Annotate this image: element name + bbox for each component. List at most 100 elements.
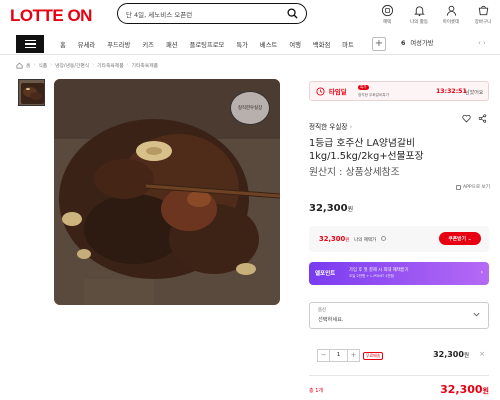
line-price-unit: 원 <box>463 353 469 359</box>
breadcrumb-item[interactable]: 기타축육제품 <box>97 62 123 69</box>
benefit-label: 나의 혜택가 <box>354 238 377 243</box>
lpoint-promo-banner[interactable]: 엘포인트 가입 후 첫 결제 시 최대 혜택받기 오늘 2만원 + L.POIN… <box>309 262 489 285</box>
category-item-food-live[interactable]: 푸드라방 <box>107 40 130 49</box>
breadcrumb-item[interactable]: 기타축육제품 <box>132 62 158 69</box>
mylotte-label: 마이롯데 <box>442 20 460 25</box>
product-page: LOTTE ON 단 4일, 세노비스 오픈런 혜택 나의 활동 마이롯데 장바… <box>0 0 500 400</box>
promo-subtext: 오늘 2만원 + L.POINT 1천점 <box>349 274 394 278</box>
category-item-beauty[interactable]: 뷰세라 <box>78 40 95 49</box>
price-unit: 원 <box>347 206 354 213</box>
chevron-right-icon[interactable]: › <box>350 123 353 131</box>
my-benefit-box: 32,300원 나의 혜택가 쿠폰받기 ⌄ <box>309 226 489 252</box>
category-item-best[interactable]: 베스트 <box>260 40 277 49</box>
total-price-value: 32,300 <box>440 383 483 396</box>
benefit-button[interactable]: 혜택 <box>378 4 396 25</box>
chevron-right-icon: › <box>480 269 483 276</box>
cart-button[interactable]: 장바구니 <box>474 4 492 25</box>
category-item-fashion[interactable]: 패션 <box>166 40 178 49</box>
thumbnail-image <box>19 80 44 105</box>
shipping-badge: 무료배송 <box>363 352 384 360</box>
seller-row: 정직한 우실장 › <box>309 114 489 131</box>
product-main-image[interactable]: 정직한우실장 <box>54 79 280 305</box>
divider <box>309 375 489 376</box>
remove-item-button[interactable]: × <box>479 350 485 358</box>
category-item-department[interactable]: 백화점 <box>313 40 330 49</box>
breadcrumb-item[interactable]: 홈 <box>26 62 30 69</box>
user-icon <box>446 5 456 16</box>
quantity-stepper: − 1 + <box>317 349 360 362</box>
product-thumbnail[interactable] <box>18 79 45 106</box>
mylotte-button[interactable]: 마이롯데 <box>442 4 460 25</box>
lotte-on-logo[interactable]: LOTTE ON <box>10 6 92 26</box>
clock-icon <box>316 86 325 96</box>
timedeal-label: 타임딜 <box>329 87 347 96</box>
breadcrumb-item[interactable]: 식품 <box>38 62 47 69</box>
option-value: 선택하세요. <box>318 317 344 323</box>
brand-stamp: 정직한우실장 <box>230 91 270 125</box>
menu-button[interactable] <box>16 35 44 53</box>
app-view-label: APP으로 보기 <box>462 185 490 190</box>
option-select[interactable]: 옵션 선택하세요. <box>309 302 489 329</box>
breadcrumb: 홈 › 식품 › 냉장/냉동/간편식 › 기타축육제품 › 기타축육제품 <box>16 62 158 69</box>
lpoint-logo: 엘포인트 <box>315 271 336 277</box>
rank-number: 6 <box>401 40 406 47</box>
activity-label: 나의 활동 <box>410 20 428 25</box>
cart-icon <box>478 5 488 16</box>
category-item-mart[interactable]: 마트 <box>342 40 354 49</box>
price-value: 32,300 <box>309 203 348 214</box>
promo-text: 가입 후 첫 결제 시 최대 혜택받기 <box>349 268 409 273</box>
heart-icon[interactable] <box>462 114 471 123</box>
trending-rank[interactable]: 6 여성가방 <box>401 38 434 47</box>
benefit-label: 혜택 <box>382 20 392 25</box>
phone-icon <box>455 184 461 190</box>
rank-arrows[interactable]: ‹ › <box>478 39 486 47</box>
product-price: 32,300원 <box>309 203 353 214</box>
quantity-input[interactable]: 1 <box>330 349 347 362</box>
cart-label: 장바구니 <box>474 20 492 25</box>
search-icon[interactable] <box>287 8 298 19</box>
coupon-download-button[interactable]: 쿠폰받기 ⌄ <box>439 232 481 245</box>
info-icon[interactable] <box>381 236 386 241</box>
rank-text: 여성가방 <box>410 40 434 47</box>
product-title: 1등급 호주산 LA양념갈비 1kg/1.5kg/2kg+선물포장 <box>309 138 424 162</box>
search-input[interactable]: 단 4일, 세노비스 오픈런 <box>126 9 192 19</box>
line-price: 32,300원 <box>433 350 469 359</box>
category-more-button[interactable]: + <box>372 37 386 51</box>
coupon-icon <box>381 4 393 17</box>
category-nav: 홈 뷰세라 푸드라방 키즈 패션 플로팅프로모 특가 베스트 여행 백화점 마트… <box>0 33 500 55</box>
total-price-unit: 원 <box>482 387 489 395</box>
benefit-price-unit: 원 <box>345 238 350 243</box>
total-count: 총 1개 <box>309 388 323 394</box>
option-label: 옵션 <box>318 308 327 313</box>
timedeal-banner: 타임딜 특가 정직한 우화갈비특가 13:32:51 남았어요 <box>309 81 489 101</box>
top-header: LOTTE ON 단 4일, 세노비스 오픈런 혜택 나의 활동 마이롯데 장바… <box>0 0 500 33</box>
category-item-home[interactable]: 홈 <box>60 40 66 49</box>
benefit-price-value: 32,300 <box>319 235 346 243</box>
app-view-link[interactable]: APP으로 보기 <box>455 184 490 190</box>
header-icons: 혜택 나의 활동 마이롯데 장바구니 <box>378 4 492 25</box>
timedeal-suffix: 남았어요 <box>465 90 484 96</box>
chevron-down-icon <box>473 312 480 317</box>
timedeal-subtext: 정직한 우화갈비특가 <box>358 93 389 97</box>
timedeal-countdown: 13:32:51 <box>436 88 467 95</box>
bell-icon <box>413 6 425 17</box>
home-icon[interactable] <box>16 62 23 69</box>
search-bar[interactable]: 단 4일, 세노비스 오픈런 <box>117 3 307 24</box>
timedeal-badge: 특가 <box>358 85 369 90</box>
category-item-travel[interactable]: 여행 <box>289 40 301 49</box>
line-price-value: 32,300 <box>433 350 464 359</box>
breadcrumb-item[interactable]: 냉장/냉동/간편식 <box>55 62 89 69</box>
benefit-price: 32,300원 <box>319 235 349 243</box>
quantity-row: − 1 + 무료배송 32,300원 × <box>309 348 489 366</box>
category-item-kids[interactable]: 키즈 <box>142 40 154 49</box>
seller-link[interactable]: 정직한 우실장 <box>309 123 348 131</box>
activity-button[interactable]: 나의 활동 <box>410 4 428 25</box>
decrease-button[interactable]: − <box>317 349 330 362</box>
category-item-promo[interactable]: 플로팅프로모 <box>190 40 225 49</box>
hamburger-icon <box>24 40 36 42</box>
category-item-deal[interactable]: 특가 <box>236 40 248 49</box>
product-origin: 원산지 : 상품상세참조 <box>309 167 400 178</box>
share-icon[interactable] <box>478 114 487 123</box>
total-price: 32,300원 <box>440 383 489 396</box>
increase-button[interactable]: + <box>347 349 360 362</box>
